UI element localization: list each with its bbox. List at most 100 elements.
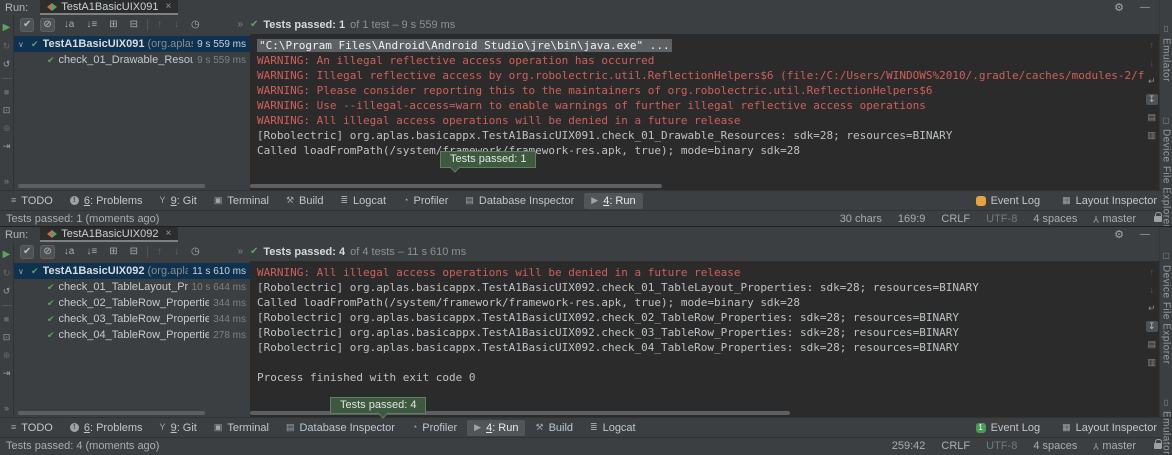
test-results-tree[interactable]: ∨✔TestA1BasicUIX092 (org.aplas.basicappx… [14,261,250,410]
previous-failed-test-button[interactable]: ↑ [154,18,165,32]
expand-all-button[interactable]: ⊞ [106,18,120,32]
scrollbar-thumb[interactable] [18,411,205,415]
gear-icon[interactable]: ⚙ [1114,1,1124,14]
toolwindow-button-run[interactable]: ▶4: Run [584,193,642,209]
test-tree-row[interactable]: ✔check_03_TableRow_Properties344 ms [14,311,250,327]
console-line[interactable]: [Robolectric] org.aplas.basicappx.TestA1… [257,325,1145,340]
toolwindow-stripe-device-file-explorer[interactable]: ▢Device File Explorer [1161,116,1172,227]
scroll-to-end-button[interactable]: ↧ [1146,94,1158,105]
show-passed-button[interactable]: ✔ [20,245,34,259]
console-line[interactable]: WARNING: Please consider reporting this … [257,83,1145,98]
more-icon[interactable]: » [4,403,9,413]
git-branch-widget[interactable]: Ymaster [1093,213,1136,225]
soft-wrap-button[interactable]: ↵ [1146,76,1158,87]
print-button[interactable]: ▤ [1145,339,1158,350]
screenshot-button[interactable]: ⊡ [3,333,11,342]
console-line[interactable]: WARNING: All illegal access operations w… [257,265,1145,280]
toolwindow-button-git[interactable]: Y9: Git [153,420,204,436]
toolwindow-button-git[interactable]: Y9: Git [153,193,204,209]
console-line[interactable]: Called loadFromPath(/system/framework/fr… [257,295,1145,310]
show-ignored-button[interactable]: ⊘ [40,245,54,259]
sort-by-duration-button[interactable]: ↓≡ [83,245,100,259]
toolwindow-button-run[interactable]: ▶4: Run [467,420,525,436]
toolwindow-button-profiler[interactable]: ◔Profiler [405,420,464,436]
horizontal-scrollbar[interactable] [14,183,1159,190]
gear-icon[interactable]: ⚙ [1114,228,1124,241]
status-segment[interactable]: CRLF [941,213,970,225]
toolwindow-button-database-inspector[interactable]: ▤Database Inspector [279,420,402,436]
test-history-button[interactable]: ◷ [188,18,203,32]
next-failed-test-button[interactable]: ↓ [171,245,182,259]
rerun-tests-button[interactable]: ▶ [3,23,11,33]
toolwindow-button-build[interactable]: ⚒Build [528,420,580,436]
git-branch-widget[interactable]: Ymaster [1093,440,1136,452]
test-tree-row[interactable]: ✔check_02_TableRow_Properties344 ms [14,295,250,311]
status-segment[interactable]: 169:9 [898,213,926,225]
console-line[interactable]: [Robolectric] org.aplas.basicappx.TestA1… [257,310,1145,325]
minimize-icon[interactable]: — [1140,229,1150,240]
status-segment[interactable]: CRLF [941,440,970,452]
test-tree-row[interactable]: ∨✔TestA1BasicUIX091 (org.aplas.basicappx… [14,36,250,52]
clear-all-button[interactable]: ▥ [1145,357,1158,368]
test-tree-row[interactable]: ✔check_01_TableLayout_Properties10 s 644… [14,279,250,295]
more-icon[interactable]: » [4,176,9,186]
rerun-tests-button[interactable]: ▶ [3,250,11,260]
console-line[interactable] [257,355,1145,370]
toggle-auto-test-button[interactable]: ↺ [3,60,11,69]
run-console[interactable]: "C:\Program Files\Android\Android Studio… [250,34,1159,183]
toolwindow-button-terminal[interactable]: ▣Terminal [207,420,276,436]
collapse-all-button[interactable]: ⊟ [127,245,141,259]
scrollbar-thumb[interactable] [250,184,662,188]
status-segment[interactable]: 4 spaces [1033,440,1077,452]
stop-button[interactable]: ■ [4,315,9,324]
horizontal-scrollbar[interactable] [14,410,1159,417]
toolwindow-button-logcat[interactable]: ≣Logcat [583,420,643,436]
screenshot-button[interactable]: ⊡ [3,106,11,115]
more-icon[interactable]: » [237,246,250,257]
more-icon[interactable]: » [237,19,250,30]
console-line[interactable]: [Robolectric] org.aplas.basicappx.TestA1… [257,280,1145,295]
layout-inspector-button[interactable]: ▦Layout Inspector [1055,193,1164,209]
toolwindow-button-profiler[interactable]: ◔Profiler [396,193,455,209]
scrollbar-thumb[interactable] [18,184,205,188]
stop-button[interactable]: ■ [4,88,9,97]
run-console[interactable]: WARNING: All illegal access operations w… [250,261,1159,410]
sort-alphabetically-button[interactable]: ↓a [61,245,78,259]
profile-button[interactable]: ⊕ [3,351,11,360]
console-line[interactable]: [Robolectric] org.aplas.basicappx.TestA1… [257,340,1145,355]
toolwindow-stripe-device-file-explorer[interactable]: ▢Device File Explorer [1161,251,1172,364]
soft-wrap-button[interactable]: ↵ [1146,303,1158,314]
import-test-results-button[interactable]: ⇥ [3,369,11,378]
toolwindow-button-problems[interactable]: !6: Problems [63,420,150,436]
toolwindow-button-build[interactable]: ⚒Build [279,193,331,209]
chevron-down-icon[interactable]: ∨ [18,40,27,49]
scroll-down-icon[interactable]: ↓ [1147,58,1156,69]
console-line[interactable]: [Robolectric] org.aplas.basicappx.TestA1… [257,128,1145,143]
toolwindow-stripe-emulator[interactable]: ▯Emulator [1161,24,1172,82]
close-icon[interactable]: × [165,228,171,239]
console-line[interactable]: WARNING: An illegal reflective access op… [257,53,1145,68]
show-ignored-button[interactable]: ⊘ [40,18,54,32]
run-config-tab[interactable]: TestA1BasicUIX092 × [40,227,178,242]
print-button[interactable]: ▤ [1145,112,1158,123]
previous-failed-test-button[interactable]: ↑ [154,245,165,259]
rerun-failed-tests-button[interactable]: ↻ [3,269,11,278]
toolwindow-button-database-inspector[interactable]: ▤Database Inspector [458,193,581,209]
toolwindow-button-terminal[interactable]: ▣Terminal [207,193,276,209]
console-line[interactable]: "C:\Program Files\Android\Android Studio… [257,38,1145,53]
test-tree-row[interactable]: ✔check_01_Drawable_Resources9 s 559 ms [14,52,250,68]
close-icon[interactable]: × [165,1,171,12]
layout-inspector-button[interactable]: ▦Layout Inspector [1055,420,1164,436]
console-line[interactable]: WARNING: Use --illegal-access=warn to en… [257,98,1145,113]
status-segment[interactable]: 259:42 [892,440,926,452]
console-line[interactable]: Called loadFromPath(/system/framework/fr… [257,143,1145,158]
test-tree-row[interactable]: ✔check_04_TableRow_Properties278 ms [14,327,250,343]
run-config-tab[interactable]: TestA1BasicUIX091 × [40,0,178,15]
scroll-up-icon[interactable]: ↑ [1147,40,1156,51]
next-failed-test-button[interactable]: ↓ [171,18,182,32]
status-segment[interactable]: 30 chars [840,213,882,225]
console-line[interactable]: WARNING: Illegal reflective access by or… [257,68,1145,83]
chevron-down-icon[interactable]: ∨ [18,267,27,276]
test-history-button[interactable]: ◷ [188,245,203,259]
import-test-results-button[interactable]: ⇥ [3,142,11,151]
